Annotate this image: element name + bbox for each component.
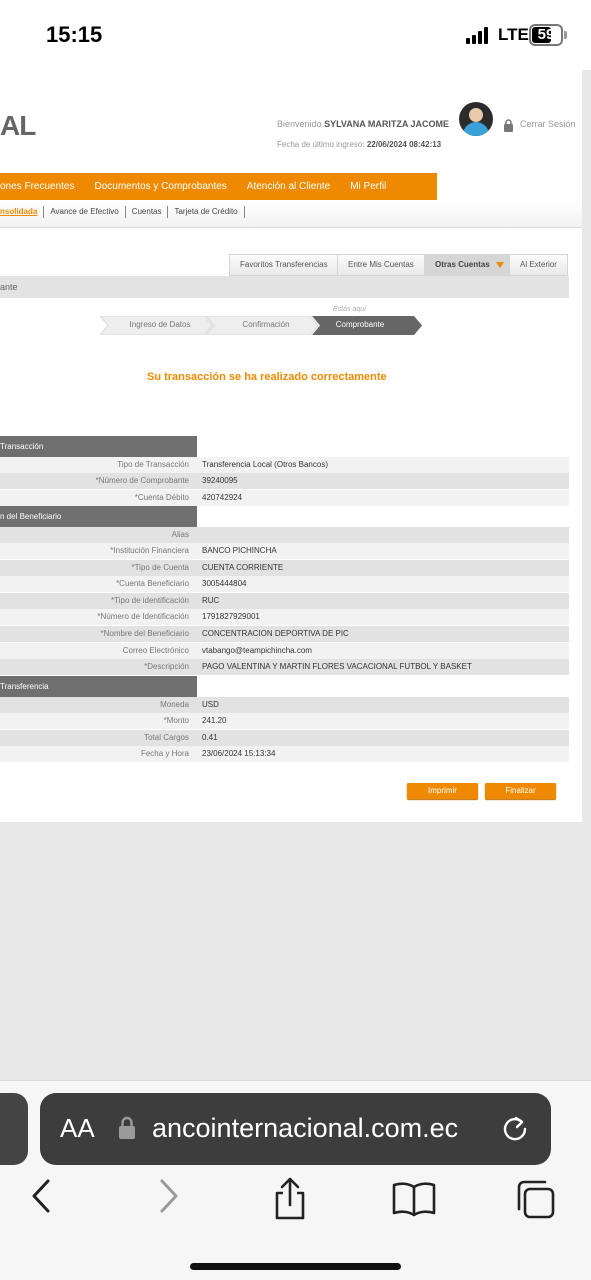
forward-icon[interactable] xyxy=(156,1177,182,1215)
section-header-transfer: Transferencia xyxy=(0,676,569,697)
welcome-label: Bienvenido xyxy=(277,119,322,129)
sub-nav-item-consolidated[interactable]: nsolidada xyxy=(0,206,45,218)
tab-abroad[interactable]: Al Exterior xyxy=(509,254,568,276)
bookmarks-icon[interactable] xyxy=(392,1181,436,1217)
table-row: *Tipo de identificación RUC xyxy=(0,593,569,609)
table-row: *Número de Identificación 1791827929001 xyxy=(0,609,569,625)
status-bar: 15:15 LTE 59 xyxy=(0,0,591,70)
welcome-text: Bienvenido SYLVANA MARITZA JACOME xyxy=(277,119,449,129)
tab-other-accounts[interactable]: Otras Cuentas xyxy=(424,254,515,276)
battery-icon: 59 xyxy=(529,24,563,46)
table-row: Fecha y Hora 23/06/2024 15:13:34 xyxy=(0,746,569,762)
reload-icon[interactable] xyxy=(500,1113,530,1143)
step-data-entry: Ingreso de Datos xyxy=(129,320,191,329)
back-icon[interactable] xyxy=(28,1177,54,1215)
section-header-label: Transferencia xyxy=(0,676,197,697)
table-row: *Monto 241.20 xyxy=(0,713,569,729)
user-name: SYLVANA MARITZA JACOME xyxy=(324,119,450,129)
table-row: Total Cargos 0.41 xyxy=(0,730,569,746)
browser-toolbar: AA ancointernacional.com.ec xyxy=(0,1080,591,1280)
steps-hint: Estás aquí xyxy=(333,306,367,313)
signal-icon xyxy=(466,26,488,44)
bank-site: AL Bienvenido SYLVANA MARITZA JACOME Fec… xyxy=(0,70,582,822)
network-label: LTE xyxy=(498,25,529,44)
tab-own-accounts[interactable]: Entre Mis Cuentas xyxy=(337,254,425,276)
tab-favorites[interactable]: Favoritos Transferencias xyxy=(229,254,339,276)
main-nav-item-documents[interactable]: Documentos y Comprobantes xyxy=(95,181,227,192)
step-receipt: Comprobante xyxy=(335,320,385,329)
previous-tab[interactable] xyxy=(0,1093,28,1165)
section-header-label: n del Beneficiario xyxy=(0,506,197,527)
url-text[interactable]: ancointernacional.com.ec xyxy=(152,1113,488,1144)
logout-link[interactable]: Cerrar Sesión xyxy=(520,119,576,129)
main-nav-item-frequent[interactable]: ones Frecuentes xyxy=(0,181,75,192)
table-row: Correo Electrónico vtabango@teampichincha… xyxy=(0,643,569,659)
battery-level: 59 xyxy=(537,26,555,43)
section-header-transaction: Transacción xyxy=(0,436,569,457)
status-time: 15:15 xyxy=(46,22,103,47)
main-nav-item-profile[interactable]: Mi Perfil xyxy=(350,181,386,192)
table-row: Moneda USD xyxy=(0,697,569,713)
success-message-text: Su transacción se ha realizado correctam… xyxy=(147,371,387,383)
share-icon[interactable] xyxy=(270,1177,310,1221)
table-row: *Nombre del Beneficiario CONCENTRACION DE… xyxy=(0,626,569,642)
lock-icon xyxy=(504,119,513,132)
section-header-beneficiary: n del Beneficiario xyxy=(0,506,569,527)
sub-nav-item-credit-card[interactable]: Tarjeta de Crédito xyxy=(168,206,245,218)
table-row: *Número de Comprobante 39240095 xyxy=(0,473,569,489)
main-nav-item-support[interactable]: Atención al Cliente xyxy=(247,181,330,192)
main-nav: ones Frecuentes Documentos y Comprobante… xyxy=(0,173,437,200)
section-title: ante xyxy=(0,276,569,298)
table-row: *Cuenta Débito 420742924 xyxy=(0,490,569,506)
avatar[interactable] xyxy=(459,102,493,136)
table-row: *Descripción PAGO VALENTINA Y MARTIN FLOR… xyxy=(0,659,569,675)
sub-nav-item-cash-advance[interactable]: Avance de Efectivo xyxy=(44,206,126,218)
print-button[interactable]: Imprimir xyxy=(407,783,478,799)
tabs-icon[interactable] xyxy=(515,1179,559,1221)
table-row: Alias xyxy=(0,527,569,543)
table-row: *Cuenta Beneficiario 3005444804 xyxy=(0,576,569,592)
bank-logo[interactable]: AL xyxy=(0,110,36,142)
last-login-value: 22/06/2024 08:42:13 xyxy=(366,140,442,149)
sub-nav-item-accounts[interactable]: Cuentas xyxy=(126,206,169,218)
finish-button[interactable]: Finalizar xyxy=(485,783,556,799)
table-row: *Tipo de Cuenta CUENTA CORRIENTE xyxy=(0,560,569,576)
lock-icon xyxy=(119,1116,135,1139)
table-row: *Institución Financiera BANCO PICHINCHA xyxy=(0,543,569,559)
table-row: Tipo de Transacción Transferencia Local (… xyxy=(0,457,569,473)
step-confirmation: Confirmación xyxy=(242,320,290,329)
address-bar[interactable]: AA ancointernacional.com.ec xyxy=(40,1093,551,1165)
sub-nav: nsolidada Avance de Efectivo Cuentas Tar… xyxy=(0,206,245,218)
last-login: Fecha de último ingreso: 22/06/2024 08:4… xyxy=(277,140,441,149)
home-indicator xyxy=(190,1263,401,1270)
tab-other-accounts-label: Otras Cuentas xyxy=(435,260,490,269)
web-page: AL Bienvenido SYLVANA MARITZA JACOME Fec… xyxy=(0,70,591,1080)
last-login-label: Fecha de último ingreso: xyxy=(277,140,365,149)
caret-down-icon xyxy=(495,261,504,268)
reader-aa-button[interactable]: AA xyxy=(60,1113,95,1144)
section-header-label: Transacción xyxy=(0,436,197,457)
